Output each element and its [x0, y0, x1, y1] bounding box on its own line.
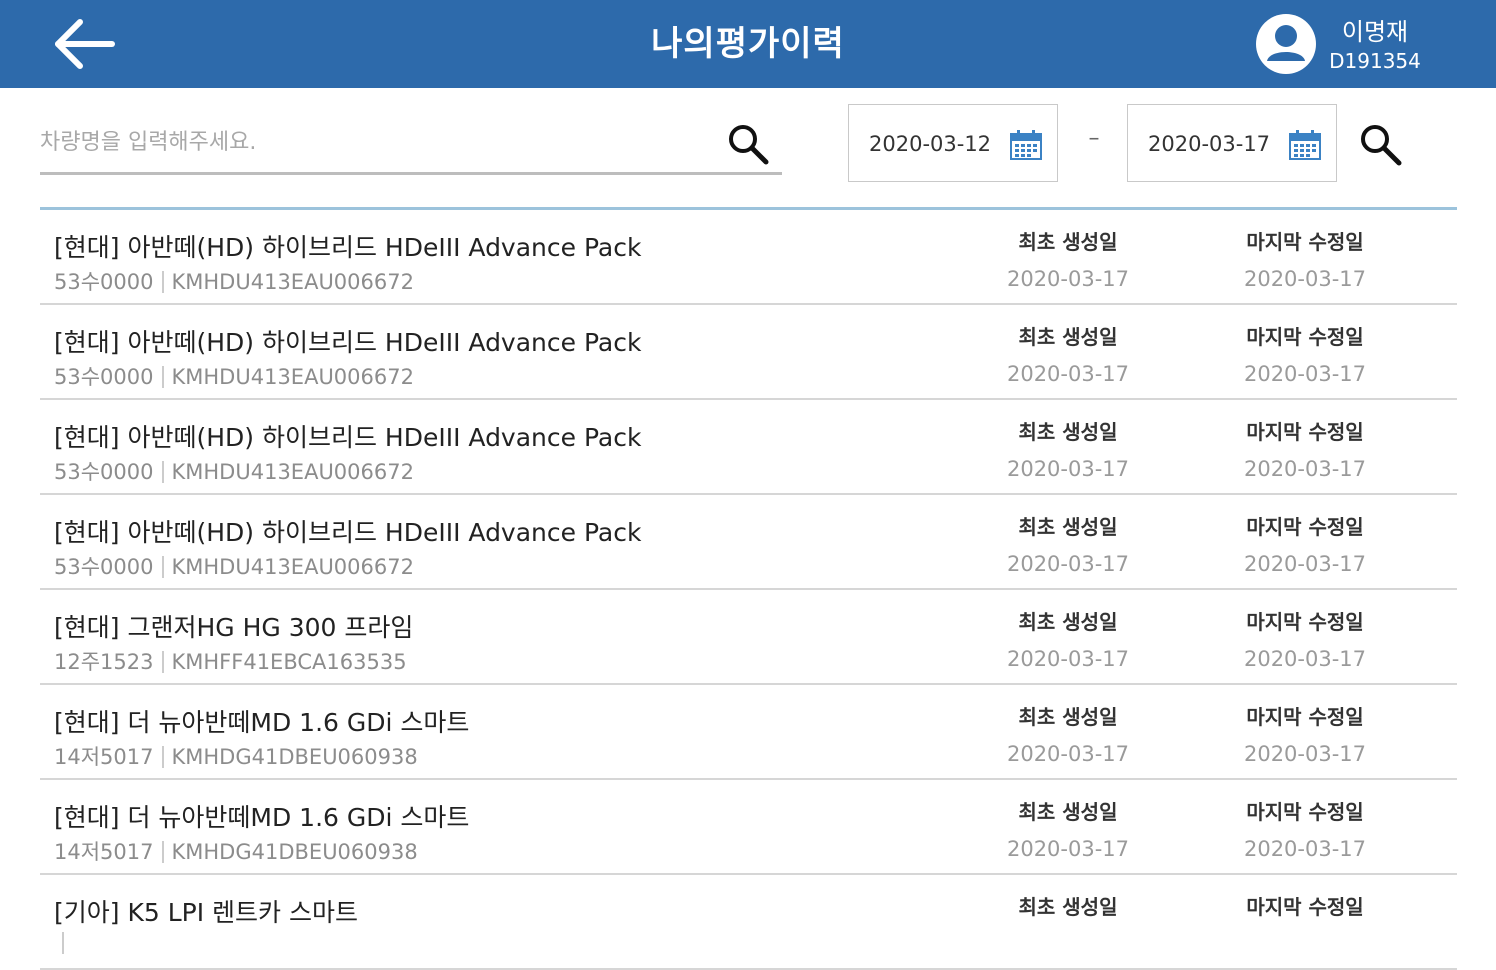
car-plate: 53수0000 — [54, 270, 154, 294]
created-date-value: 2020-03-17 — [1006, 267, 1130, 291]
start-date-picker[interactable]: 2020-03-12 — [848, 104, 1058, 182]
user-avatar-icon[interactable] — [1255, 13, 1317, 75]
modified-date-value: 2020-03-17 — [1243, 552, 1367, 576]
modified-date-value: 2020-03-17 — [1243, 742, 1367, 766]
divider — [161, 746, 164, 768]
modified-date-label: 마지막 수정일 — [1246, 610, 1364, 634]
divider — [161, 841, 164, 863]
car-title: [현대] 더 뉴아반떼MD 1.6 GDi 스마트 — [54, 803, 470, 832]
list-item[interactable]: [현대] 더 뉴아반떼MD 1.6 GDi 스마트 14저5017 KMHDG41D… — [40, 685, 1457, 780]
car-vin: KMHDU413EAU006672 — [171, 365, 414, 389]
modified-date-label: 마지막 수정일 — [1246, 420, 1364, 444]
divider — [62, 932, 64, 954]
car-subinfo: 12주1523 KMHFF41EBCA163535 — [54, 646, 407, 676]
car-plate: 53수0000 — [54, 365, 154, 389]
created-date-value: 2020-03-17 — [1006, 647, 1130, 671]
car-plate: 53수0000 — [54, 460, 154, 484]
created-date-label: 최초 생성일 — [1018, 230, 1118, 254]
car-title: [현대] 그랜저HG HG 300 프라임 — [54, 613, 414, 642]
modified-date-label: 마지막 수정일 — [1246, 800, 1364, 824]
car-subinfo — [54, 931, 72, 955]
car-title: [현대] 더 뉴아반떼MD 1.6 GDi 스마트 — [54, 708, 470, 737]
end-date-value: 2020-03-17 — [1148, 132, 1271, 156]
list-item[interactable]: [현대] 아반떼(HD) 하이브리드 HDeIII Advance Pack 53… — [40, 495, 1457, 590]
search-icon[interactable] — [726, 122, 770, 166]
modified-date-label: 마지막 수정일 — [1246, 230, 1364, 254]
divider — [161, 461, 164, 483]
list-item[interactable]: [현대] 아반떼(HD) 하이브리드 HDeIII Advance Pack 53… — [40, 210, 1457, 305]
modified-date-value: 2020-03-17 — [1243, 837, 1367, 861]
car-subinfo: 53수0000 KMHDU413EAU006672 — [54, 551, 414, 581]
modified-date-value: 2020-03-17 — [1243, 267, 1367, 291]
car-subinfo: 53수0000 KMHDU413EAU006672 — [54, 361, 414, 391]
car-subinfo: 53수0000 KMHDU413EAU006672 — [54, 266, 414, 296]
created-date-label: 최초 생성일 — [1018, 610, 1118, 634]
car-plate: 12주1523 — [54, 650, 154, 674]
divider — [161, 556, 164, 578]
created-date-value: 2020-03-17 — [1006, 457, 1130, 481]
modified-date-value: 2020-03-17 — [1243, 457, 1367, 481]
car-title: [현대] 아반떼(HD) 하이브리드 HDeIII Advance Pack — [54, 423, 642, 452]
back-button[interactable] — [48, 14, 118, 74]
user-name: 이명재 — [1341, 18, 1409, 46]
car-vin: KMHDG41DBEU060938 — [171, 745, 418, 769]
evaluation-list: [현대] 아반떼(HD) 하이브리드 HDeIII Advance Pack 53… — [40, 207, 1457, 970]
calendar-icon — [1289, 130, 1321, 160]
start-date-value: 2020-03-12 — [869, 132, 992, 156]
list-item[interactable]: [현대] 아반떼(HD) 하이브리드 HDeIII Advance Pack 53… — [40, 305, 1457, 400]
date-range-separator: – — [1088, 126, 1100, 151]
modified-date-label: 마지막 수정일 — [1246, 325, 1364, 349]
created-date-value: 2020-03-17 — [1006, 837, 1130, 861]
car-title: [현대] 아반떼(HD) 하이브리드 HDeIII Advance Pack — [54, 518, 642, 547]
list-item[interactable]: [기아] K5 LPI 렌트카 스마트 최초 생성일 마지막 수정일 — [40, 875, 1457, 970]
search-input[interactable] — [40, 120, 700, 164]
list-item[interactable]: [현대] 더 뉴아반떼MD 1.6 GDi 스마트 14저5017 KMHDG41D… — [40, 780, 1457, 875]
created-date-value: 2020-03-17 — [1006, 742, 1130, 766]
created-date-label: 최초 생성일 — [1018, 895, 1118, 919]
car-title: [현대] 아반떼(HD) 하이브리드 HDeIII Advance Pack — [54, 233, 642, 262]
modified-date-value: 2020-03-17 — [1243, 362, 1367, 386]
created-date-label: 최초 생성일 — [1018, 515, 1118, 539]
search-bar — [40, 112, 782, 175]
car-subinfo: 14저5017 KMHDG41DBEU060938 — [54, 741, 418, 771]
app-header: 나의평가이력 이명재 D191354 — [0, 0, 1496, 88]
end-date-picker[interactable]: 2020-03-17 — [1127, 104, 1337, 182]
list-item[interactable]: [현대] 아반떼(HD) 하이브리드 HDeIII Advance Pack 53… — [40, 400, 1457, 495]
modified-date-label: 마지막 수정일 — [1246, 515, 1364, 539]
date-search-icon[interactable] — [1358, 122, 1404, 168]
created-date-label: 최초 생성일 — [1018, 800, 1118, 824]
created-date-value: 2020-03-17 — [1006, 552, 1130, 576]
car-vin: KMHFF41EBCA163535 — [171, 650, 407, 674]
car-subinfo: 53수0000 KMHDU413EAU006672 — [54, 456, 414, 486]
user-id: D191354 — [1329, 49, 1421, 73]
created-date-label: 최초 생성일 — [1018, 325, 1118, 349]
modified-date-label: 마지막 수정일 — [1246, 705, 1364, 729]
car-title: [기아] K5 LPI 렌트카 스마트 — [54, 898, 358, 927]
created-date-label: 최초 생성일 — [1018, 420, 1118, 444]
car-plate: 14저5017 — [54, 745, 154, 769]
car-plate: 14저5017 — [54, 840, 154, 864]
modified-date-label: 마지막 수정일 — [1246, 895, 1364, 919]
car-vin: KMHDU413EAU006672 — [171, 555, 414, 579]
arrow-left-icon — [55, 19, 115, 69]
divider — [161, 651, 164, 673]
car-vin: KMHDU413EAU006672 — [171, 270, 414, 294]
modified-date-value: 2020-03-17 — [1243, 647, 1367, 671]
car-title: [현대] 아반떼(HD) 하이브리드 HDeIII Advance Pack — [54, 328, 642, 357]
car-plate: 53수0000 — [54, 555, 154, 579]
car-vin: KMHDU413EAU006672 — [171, 460, 414, 484]
car-vin: KMHDG41DBEU060938 — [171, 840, 418, 864]
calendar-icon — [1010, 130, 1042, 160]
list-item[interactable]: [현대] 그랜저HG HG 300 프라임 12주1523 KMHFF41EBCA1… — [40, 590, 1457, 685]
car-subinfo: 14저5017 KMHDG41DBEU060938 — [54, 836, 418, 866]
divider — [161, 271, 164, 293]
created-date-value: 2020-03-17 — [1006, 362, 1130, 386]
divider — [161, 366, 164, 388]
created-date-label: 최초 생성일 — [1018, 705, 1118, 729]
